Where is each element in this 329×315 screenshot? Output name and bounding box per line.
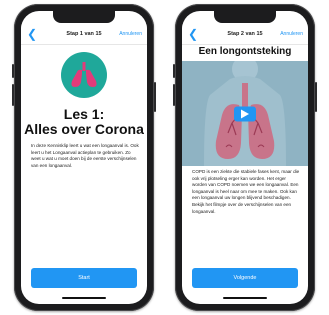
- page-title: Een longontsteking: [198, 46, 292, 57]
- step-indicator: Stap 2 van 15: [227, 31, 263, 37]
- nav-bar: ❮ Stap 2 van 15 Annuleren: [182, 24, 308, 45]
- cancel-link[interactable]: Annuleren: [280, 31, 303, 37]
- lungs-icon: [61, 52, 107, 98]
- cancel-link[interactable]: Annuleren: [119, 31, 142, 37]
- volume-button: [12, 64, 14, 78]
- lesson-title-line1: Les 1:: [63, 106, 105, 122]
- screen-right: ❮ Stap 2 van 15 Annuleren Een longontste…: [182, 11, 308, 304]
- home-indicator: [223, 297, 267, 299]
- phone-left: ❮ Stap 1 van 15 Annuleren Les 1: Alles o…: [12, 4, 156, 311]
- volume-button: [12, 84, 14, 106]
- notch: [53, 11, 115, 23]
- lesson-title-line2: Alles over Corona: [24, 121, 144, 137]
- step-indicator: Stap 1 van 15: [66, 31, 102, 37]
- article-text: COPD is een ziekte die stabiele fases ke…: [192, 169, 300, 214]
- play-icon[interactable]: [234, 106, 256, 121]
- volume-button: [173, 64, 175, 78]
- lesson-illustration: [21, 45, 147, 105]
- video-player[interactable]: [182, 61, 308, 166]
- lesson-title: Les 1: Alles over Corona: [21, 107, 147, 137]
- home-indicator: [62, 297, 106, 299]
- nav-bar: ❮ Stap 1 van 15 Annuleren: [21, 24, 147, 45]
- next-button[interactable]: Volgende: [192, 268, 298, 288]
- screen-left: ❮ Stap 1 van 15 Annuleren Les 1: Alles o…: [21, 11, 147, 304]
- chevron-left-icon[interactable]: ❮: [27, 27, 39, 41]
- chevron-left-icon[interactable]: ❮: [188, 27, 200, 41]
- start-button[interactable]: Start: [31, 268, 137, 288]
- notch: [214, 11, 276, 23]
- volume-button: [173, 84, 175, 106]
- lesson-intro-text: In deze Kennisklip leert u wat een longa…: [31, 143, 139, 168]
- phone-right: ❮ Stap 2 van 15 Annuleren Een longontste…: [173, 4, 317, 311]
- power-button: [315, 82, 317, 112]
- power-button: [154, 82, 156, 112]
